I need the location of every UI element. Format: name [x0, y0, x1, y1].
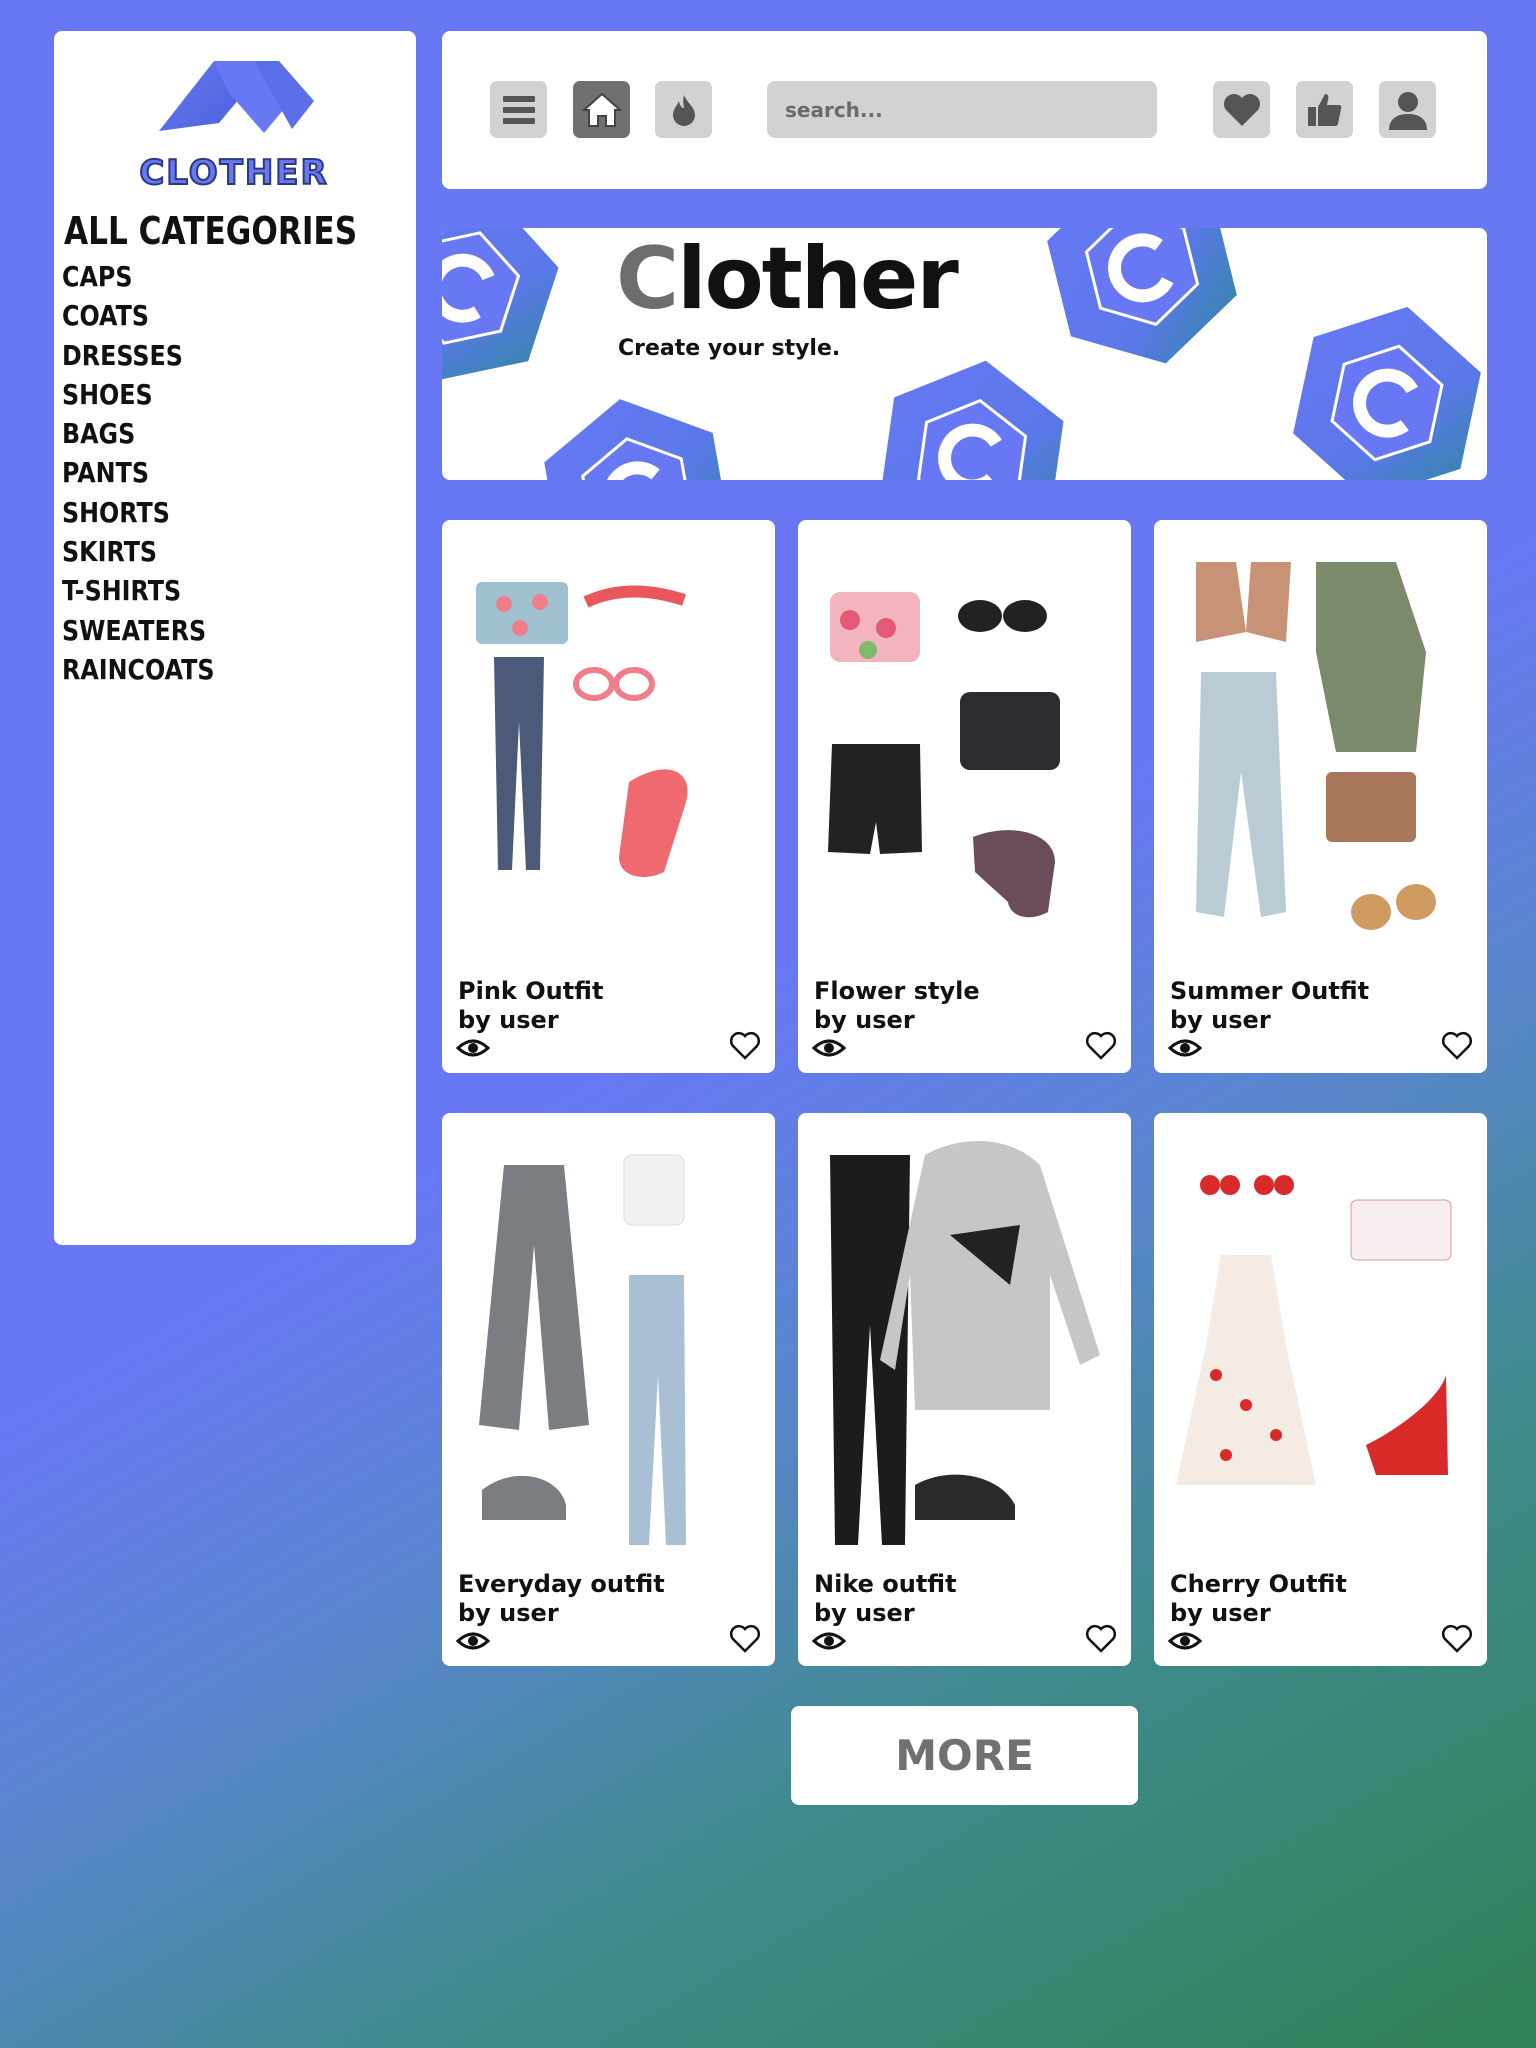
- outfit-card-nike[interactable]: Nike outfit by user: [798, 1113, 1131, 1666]
- menu-button[interactable]: [490, 81, 547, 138]
- trending-button[interactable]: [655, 81, 712, 138]
- outfit-card-pink[interactable]: Pink Outfit by user: [442, 520, 775, 1073]
- outfit-image: [1176, 1175, 1452, 1485]
- card-title: Pink Outfit: [458, 977, 604, 1005]
- outfit-image: [830, 1141, 1100, 1545]
- outfit-card-everyday[interactable]: Everyday outfit by user: [442, 1113, 775, 1666]
- sidebar: CLOTHER ALL CATEGORIES CAPS COATS DRESSE…: [54, 31, 416, 1245]
- top-toolbar: [442, 31, 1487, 189]
- eye-icon: [456, 1039, 490, 1057]
- banner-title: Clother: [616, 236, 959, 322]
- home-icon: [581, 92, 622, 127]
- banner-pattern-icon: [442, 228, 1487, 480]
- outfit-card-flower[interactable]: Flower style by user: [798, 520, 1131, 1073]
- heart-icon[interactable]: [729, 1031, 761, 1061]
- outfit-card-summer[interactable]: Summer Outfit by user: [1154, 520, 1487, 1073]
- category-caps[interactable]: CAPS: [62, 257, 215, 296]
- card-author: by user: [1170, 1006, 1271, 1034]
- card-author: by user: [814, 1006, 915, 1034]
- category-raincoats[interactable]: RAINCOATS: [62, 650, 215, 689]
- more-button[interactable]: MORE: [791, 1706, 1138, 1805]
- heart-icon: [1223, 93, 1260, 126]
- category-pants[interactable]: PANTS: [62, 453, 215, 492]
- category-coats[interactable]: COATS: [62, 296, 215, 335]
- brand-logo[interactable]: CLOTHER: [114, 41, 354, 211]
- logo-mark-icon: [159, 61, 314, 133]
- thumbs-up-icon: [1307, 93, 1341, 126]
- menu-icon: [502, 95, 535, 124]
- eye-icon: [812, 1039, 846, 1057]
- card-title: Flower style: [814, 977, 980, 1005]
- hero-banner: Clother Create your style.: [442, 228, 1487, 480]
- heart-icon[interactable]: [729, 1624, 761, 1654]
- flame-icon: [672, 94, 695, 126]
- category-shorts[interactable]: SHORTS: [62, 493, 215, 532]
- heart-icon[interactable]: [1085, 1031, 1117, 1061]
- categories-heading: ALL CATEGORIES: [64, 209, 358, 253]
- brand-wordmark: CLOTHER: [138, 152, 329, 194]
- eye-icon: [1168, 1632, 1202, 1650]
- banner-title-initial: C: [616, 229, 679, 329]
- card-author: by user: [458, 1006, 559, 1034]
- card-title: Everyday outfit: [458, 1570, 665, 1598]
- eye-icon: [812, 1632, 846, 1650]
- banner-subtitle: Create your style.: [618, 336, 841, 361]
- card-author: by user: [458, 1599, 559, 1627]
- category-bags[interactable]: BAGS: [62, 414, 215, 453]
- eye-icon: [1168, 1039, 1202, 1057]
- outfit-image: [828, 592, 1060, 918]
- card-title: Summer Outfit: [1170, 977, 1370, 1005]
- outfit-image: [1196, 562, 1436, 930]
- category-shoes[interactable]: SHOES: [62, 375, 215, 414]
- search-input[interactable]: [767, 81, 1157, 138]
- card-title: Cherry Outfit: [1170, 1570, 1347, 1598]
- heart-icon[interactable]: [1441, 1031, 1473, 1061]
- heart-icon[interactable]: [1085, 1624, 1117, 1654]
- category-list: CAPS COATS DRESSES SHOES BAGS PANTS SHOR…: [62, 257, 241, 689]
- heart-icon[interactable]: [1441, 1624, 1473, 1654]
- favorites-button[interactable]: [1213, 81, 1270, 138]
- outfit-card-cherry[interactable]: Cherry Outfit by user: [1154, 1113, 1487, 1666]
- profile-button[interactable]: [1379, 81, 1436, 138]
- outfit-image: [479, 1154, 686, 1545]
- more-button-label: MORE: [895, 1731, 1034, 1780]
- likes-button[interactable]: [1296, 81, 1353, 138]
- banner-title-rest: lother: [677, 229, 959, 329]
- outfit-image: [476, 582, 688, 877]
- user-icon: [1388, 91, 1427, 130]
- card-author: by user: [814, 1599, 915, 1627]
- category-skirts[interactable]: SKIRTS: [62, 532, 215, 571]
- category-t-shirts[interactable]: T-SHIRTS: [62, 571, 215, 610]
- card-title: Nike outfit: [814, 1570, 957, 1598]
- category-dresses[interactable]: DRESSES: [62, 336, 215, 375]
- home-button[interactable]: [573, 81, 630, 138]
- card-author: by user: [1170, 1599, 1271, 1627]
- eye-icon: [456, 1632, 490, 1650]
- category-sweaters[interactable]: SWEATERS: [62, 611, 215, 650]
